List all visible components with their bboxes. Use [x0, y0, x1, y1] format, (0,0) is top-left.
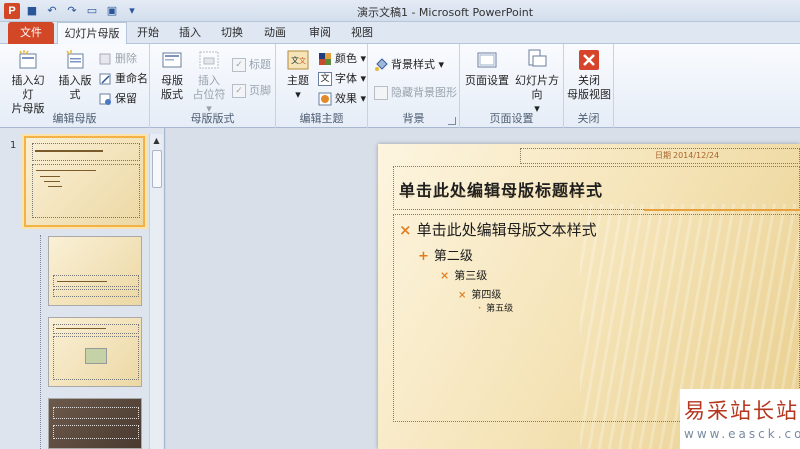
group-label-close: 关闭 [577, 112, 600, 125]
paint-bucket-icon [375, 58, 388, 71]
slide-orientation-button[interactable]: 幻灯片方向 ▾ [510, 48, 564, 116]
bullet-plus-icon: + [418, 249, 429, 264]
group-label-page-setup: 页面设置 [489, 112, 534, 125]
svg-text:文: 文 [291, 55, 299, 65]
insert-slide-master-button[interactable]: 插入幻灯 片母版 [8, 48, 48, 116]
date-value: 2014/12/24 [673, 151, 720, 160]
insert-placeholder-icon [199, 51, 219, 69]
background-styles-button[interactable]: 背景样式 ▾ [374, 56, 444, 74]
date-placeholder[interactable]: 日期 2014/12/24 [520, 148, 800, 164]
delete-button[interactable]: 删除 [98, 50, 137, 68]
tab-review[interactable]: 审阅 [302, 22, 338, 44]
scroll-thumb[interactable] [152, 150, 162, 188]
effects-icon [318, 92, 332, 106]
hide-background-graphics-checkbox[interactable]: 隐藏背景图形 [374, 84, 457, 102]
group-page-setup: 页面设置 幻灯片方向 ▾ 页面设置 [460, 44, 564, 128]
bullet-x-icon: × [399, 221, 412, 239]
watermark-url: www.easck.com [684, 427, 800, 441]
delete-icon [99, 53, 111, 65]
layout-thumbnail-title-slide[interactable] [48, 236, 142, 306]
tab-view[interactable]: 视图 [344, 22, 380, 44]
bullet-x-icon: × [440, 269, 450, 282]
title-accent-rule [644, 209, 800, 211]
tab-animations[interactable]: 动画 [257, 22, 293, 44]
date-label: 日期 [655, 151, 671, 160]
colors-button[interactable]: 颜色 ▾ [318, 50, 366, 68]
page-setup-button[interactable]: 页面设置 [464, 48, 510, 88]
group-label-master-layout: 母版版式 [190, 112, 235, 125]
colors-icon [319, 53, 331, 65]
tab-slide-master[interactable]: 幻灯片母版 [57, 22, 127, 45]
group-label-background: 背景 [402, 112, 425, 125]
group-label-edit-master: 编辑母版 [52, 112, 97, 125]
ribbon-tab-row: 文件 幻灯片母版 开始 插入 切换 动画 审阅 视图 [0, 22, 800, 45]
preserve-icon [99, 93, 111, 105]
text-level-1: × 单击此处编辑母版文本样式 [399, 221, 597, 239]
tab-transitions[interactable]: 切换 [214, 22, 250, 44]
layout-thumbnail-section-header[interactable] [48, 398, 142, 449]
title-checkbox[interactable]: ✓ 标题 [232, 56, 271, 74]
footer-checkbox[interactable]: ✓ 页脚 [232, 82, 271, 100]
master-layout-button[interactable]: 母版 版式 [156, 48, 188, 102]
themes-icon: 文 文 [287, 50, 309, 70]
checkbox-checked-icon: ✓ [232, 58, 246, 72]
master-layout-icon [162, 52, 182, 68]
master-slide-thumbnail[interactable] [24, 136, 145, 227]
svg-text:文: 文 [299, 56, 306, 65]
bullet-x-icon: × [458, 290, 467, 301]
checkbox-unchecked-icon [374, 86, 388, 100]
scroll-up-arrow-icon[interactable]: ▲ [150, 134, 163, 147]
bullet-dot-icon: · [478, 304, 482, 314]
title-bar: P ■ ↶ ↷ ▭ ▣ ▾ 演示文稿1 - Microsoft PowerPoi… [0, 0, 800, 22]
site-watermark: 易采站长站 www.easck.com [680, 389, 800, 449]
close-master-view-button[interactable]: 关闭 母版视图 [566, 48, 612, 102]
themes-button[interactable]: 文 文 主题 ▾ [282, 48, 314, 102]
window-title: 演示文稿1 - Microsoft PowerPoint [356, 6, 534, 19]
text-level-3: × 第三级 [440, 269, 488, 282]
group-master-layout: 母版 版式 插入 占位符 ▾ ✓ 标题 ✓ 页脚 母版版式 [150, 44, 276, 128]
title-placeholder[interactable]: 单击此处编辑母版标题样式 单击此处编辑母版标题样式 [393, 166, 800, 211]
text-level-2: + 第二级 [418, 249, 473, 264]
checkbox-checked-icon: ✓ [232, 84, 246, 98]
ribbon: 插入幻灯 片母版 插入版式 删除 重命名 保留 编辑母版 母版 版式 插入 占位… [0, 44, 800, 128]
tab-home[interactable]: 开始 [130, 22, 166, 44]
watermark-title: 易采站长站 [684, 399, 799, 423]
fonts-button[interactable]: 文字体 ▾ [318, 70, 366, 88]
slide-number: 1 [10, 140, 17, 151]
page-setup-icon [477, 52, 497, 68]
thumbnail-scrollbar[interactable]: ▲ [149, 134, 163, 449]
insert-layout-button[interactable]: 插入版式 [54, 48, 96, 102]
fonts-icon: 文 [318, 72, 332, 86]
insert-placeholder-button[interactable]: 插入 占位符 ▾ [188, 48, 230, 116]
group-background: 背景样式 ▾ 隐藏背景图形 背景 [368, 44, 460, 128]
text-level-4: × 第四级 [458, 290, 502, 301]
effects-button[interactable]: 效果 ▾ [318, 90, 366, 108]
insert-layout-icon [66, 50, 84, 69]
preserve-button[interactable]: 保留 [98, 90, 137, 108]
group-close: 关闭 母版视图 关闭 [564, 44, 614, 128]
layout-connector-line [40, 235, 41, 449]
rename-button[interactable]: 重命名 [98, 70, 148, 88]
layout-thumbnail-content[interactable] [48, 317, 142, 387]
group-label-edit-theme: 编辑主题 [299, 112, 344, 125]
tab-insert[interactable]: 插入 [172, 22, 208, 44]
close-icon [579, 50, 599, 70]
group-edit-theme: 文 文 主题 ▾ 颜色 ▾ 文字体 ▾ 效果 ▾ 编辑主题 [276, 44, 368, 128]
rename-icon [99, 73, 111, 85]
slide-orientation-icon [528, 49, 547, 67]
insert-slide-master-icon [19, 50, 37, 69]
text-level-5: · 第五级 [478, 304, 514, 314]
tab-file[interactable]: 文件 [8, 22, 54, 44]
background-dialog-launcher-icon[interactable] [448, 117, 456, 125]
master-title-reflection: 单击此处编辑母版标题样式 [399, 190, 604, 198]
group-edit-master: 插入幻灯 片母版 插入版式 删除 重命名 保留 编辑母版 [0, 44, 150, 128]
